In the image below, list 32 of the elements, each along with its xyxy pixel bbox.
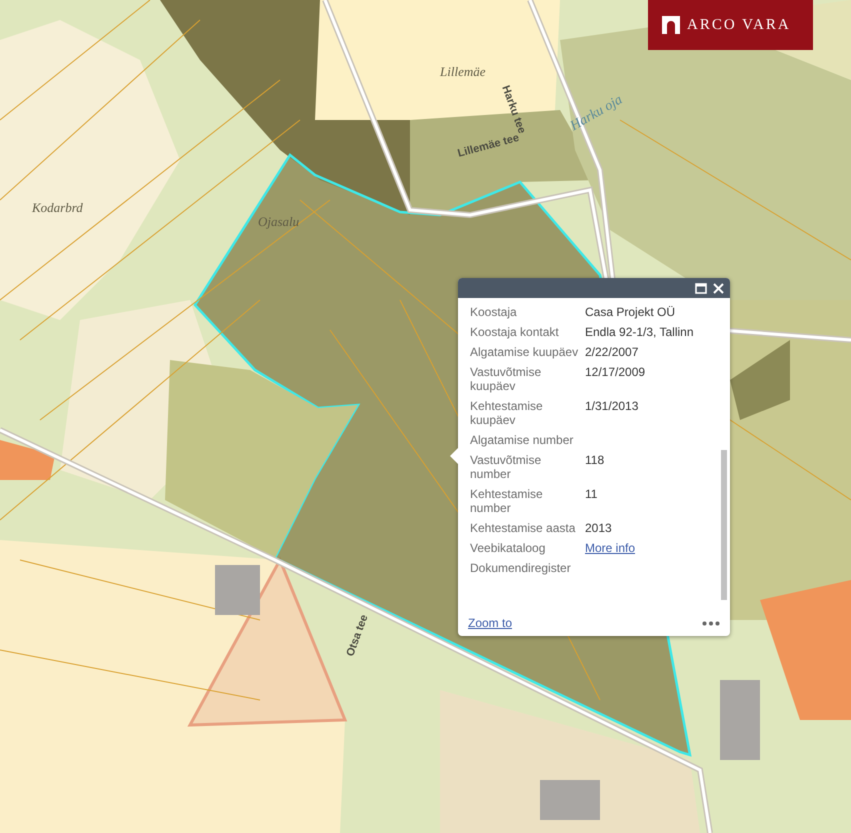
- field-value: 2/22/2007: [585, 345, 638, 359]
- field-value: 118: [585, 453, 604, 469]
- more-icon[interactable]: [702, 620, 720, 626]
- more-info-link[interactable]: More info: [585, 541, 636, 555]
- field-label: Koostaja kontakt: [470, 325, 560, 339]
- field-value: 12/17/2009: [585, 365, 646, 381]
- field-label: Kehtestamise kuupäev: [470, 399, 544, 427]
- field-label: Koostaja: [470, 305, 518, 319]
- place-label: Lillemäe: [440, 64, 486, 80]
- road-label: Otsa tee: [344, 613, 370, 658]
- field-label: Kehtestamise aasta: [470, 521, 576, 535]
- water-label: Harku oja: [568, 92, 626, 135]
- maximize-icon[interactable]: [695, 282, 707, 294]
- scrollbar-thumb[interactable]: [721, 450, 727, 600]
- field-label: Algatamise kuupäev: [470, 345, 580, 359]
- zoom-to-link[interactable]: Zoom to: [468, 616, 512, 630]
- field-label: Veebikataloog: [470, 541, 546, 555]
- place-label: Kodarbrd: [32, 200, 83, 216]
- arch-icon: [662, 16, 680, 34]
- field-label: Kehtestamise number: [470, 487, 544, 515]
- logo-text: ARCO VARA: [687, 16, 791, 34]
- field-label: Algatamise number: [470, 433, 574, 447]
- field-value: Casa Projekt OÜ: [585, 305, 676, 319]
- place-label: Ojasalu: [258, 214, 300, 230]
- field-value: 1/31/2013: [585, 399, 638, 415]
- field-value: 11: [585, 487, 598, 503]
- close-icon[interactable]: [713, 282, 724, 294]
- field-value: Endla 92-1/3, Tallinn: [585, 325, 694, 339]
- field-label: Vastuvõtmise number: [470, 453, 542, 481]
- field-value: 2013: [585, 521, 612, 535]
- field-label: Vastuvõtmise kuupäev: [470, 365, 542, 393]
- field-label: Dokumendiregister: [470, 561, 572, 575]
